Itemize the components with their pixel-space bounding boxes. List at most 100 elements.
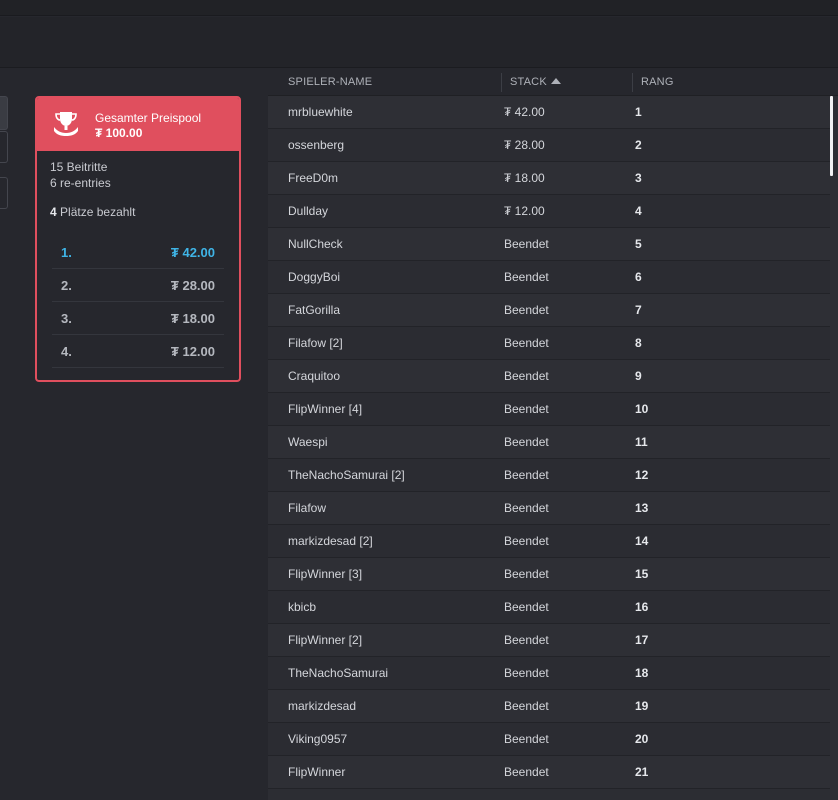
payout-amount: ₮ 12.00	[170, 343, 215, 359]
player-name: mrbluewhite	[288, 105, 353, 119]
table-row[interactable]: Dullday ₮ 12.00 4	[268, 195, 830, 228]
table-row[interactable]: Craquitoo Beendet 9	[268, 360, 830, 393]
column-divider[interactable]	[501, 73, 502, 92]
payout-place: 4.	[61, 343, 72, 359]
column-divider[interactable]	[632, 73, 633, 92]
player-stack: ₮ 42.00	[504, 105, 545, 119]
table-row[interactable]: kbicb Beendet 16	[268, 591, 830, 624]
payout-amount: ₮ 42.00	[170, 244, 215, 260]
player-rank: 12	[635, 468, 649, 482]
player-name: TheNachoSamurai	[288, 666, 389, 680]
prize-pool-card: Gesamter Preispool ₮ 100.00 15 Beitritte…	[35, 96, 241, 382]
table-row[interactable]: mrbluewhite ₮ 42.00 1	[268, 96, 830, 129]
payout-amount: ₮ 28.00	[170, 277, 215, 293]
player-stack: Beendet	[504, 567, 549, 581]
payout-list: 1. ₮ 42.00 2. ₮ 28.00 3. ₮ 18.00 4. ₮ 12…	[50, 236, 226, 368]
player-rank: 15	[635, 567, 649, 581]
entries-count: 15 Beitritte	[50, 160, 108, 174]
player-name: Filafow	[288, 501, 327, 515]
player-rank: 7	[635, 303, 642, 317]
player-stack: Beendet	[504, 336, 549, 350]
table-body: mrbluewhite ₮ 42.00 1 ossenberg ₮ 28.00 2 Free…	[268, 96, 830, 789]
player-name: markizdesad [2]	[288, 534, 373, 548]
paid-places-count: 4	[50, 205, 57, 219]
payout-row: 3. ₮ 18.00	[52, 302, 224, 335]
table-row[interactable]: FatGorilla Beendet 7	[268, 294, 830, 327]
table-row[interactable]: FlipWinner Beendet 21	[268, 756, 830, 789]
table-row[interactable]: DoggyBoi Beendet 6	[268, 261, 830, 294]
scrollbar-thumb[interactable]	[830, 96, 833, 176]
table-row[interactable]: FlipWinner [3] Beendet 15	[268, 558, 830, 591]
table-header: SPIELER-NAME STACK RANG	[268, 69, 838, 96]
column-header-stack[interactable]: STACK	[510, 69, 561, 96]
player-rank: 18	[635, 666, 649, 680]
table-row[interactable]: Viking0957 Beendet 20	[268, 723, 830, 756]
left-input-stub[interactable]	[0, 131, 8, 163]
table-row[interactable]: markizdesad [2] Beendet 14	[268, 525, 830, 558]
player-stack: Beendet	[504, 534, 549, 548]
payout-row: 1. ₮ 42.00	[52, 236, 224, 269]
table-row[interactable]: Filafow [2] Beendet 8	[268, 327, 830, 360]
player-rank: 3	[635, 171, 642, 185]
player-name: FlipWinner [4]	[288, 402, 363, 416]
player-stack: Beendet	[504, 402, 549, 416]
player-rank: 1	[635, 105, 642, 119]
player-rank: 13	[635, 501, 649, 515]
payout-place: 1.	[61, 244, 72, 260]
table-row[interactable]: FlipWinner [4] Beendet 10	[268, 393, 830, 426]
top-bar	[0, 0, 838, 16]
player-stack: Beendet	[504, 237, 549, 251]
player-name: kbicb	[288, 600, 317, 614]
player-name: DoggyBoi	[288, 270, 341, 284]
tab-bar	[0, 17, 838, 68]
table-row[interactable]: FlipWinner [2] Beendet 17	[268, 624, 830, 657]
player-rank: 9	[635, 369, 642, 383]
column-header-rank[interactable]: RANG	[641, 69, 674, 96]
player-rank: 11	[635, 435, 648, 449]
player-rank: 16	[635, 600, 649, 614]
player-name: Craquitoo	[288, 369, 341, 383]
paid-places-label: Plätze bezahlt	[60, 205, 136, 219]
player-name: FreeD0m	[288, 171, 339, 185]
table-row[interactable]: markizdesad Beendet 19	[268, 690, 830, 723]
player-rank: 20	[635, 732, 649, 746]
left-button-stub[interactable]	[0, 177, 8, 209]
player-rank: 10	[635, 402, 649, 416]
player-rank: 4	[635, 204, 642, 218]
reentries-count: 6 re-entries	[50, 176, 111, 190]
player-rank: 6	[635, 270, 642, 284]
player-stack: Beendet	[504, 633, 549, 647]
column-header-name[interactable]: SPIELER-NAME	[288, 69, 372, 96]
payout-row: 4. ₮ 12.00	[52, 335, 224, 368]
payout-place: 2.	[61, 277, 72, 293]
payout-row: 2. ₮ 28.00	[52, 269, 224, 302]
payout-amount: ₮ 18.00	[170, 310, 215, 326]
table-row[interactable]: TheNachoSamurai [2] Beendet 12	[268, 459, 830, 492]
table-row[interactable]: Filafow Beendet 13	[268, 492, 830, 525]
player-stack: Beendet	[504, 303, 549, 317]
table-row[interactable]: ossenberg ₮ 28.00 2	[268, 129, 830, 162]
player-stack: Beendet	[504, 369, 549, 383]
table-row[interactable]: NullCheck Beendet 5	[268, 228, 830, 261]
prize-pool-title: Gesamter Preispool	[95, 111, 202, 125]
player-stack: Beendet	[504, 666, 549, 680]
player-stack: ₮ 28.00	[504, 138, 545, 152]
left-tab-stub[interactable]	[0, 96, 8, 130]
player-stack: Beendet	[504, 435, 549, 449]
table-row[interactable]: FreeD0m ₮ 18.00 3	[268, 162, 830, 195]
player-stack: ₮ 18.00	[504, 171, 545, 185]
player-rank: 17	[635, 633, 649, 647]
player-table: SPIELER-NAME STACK RANG mrbluewhite ₮ 42.…	[268, 69, 838, 800]
table-row[interactable]: TheNachoSamurai Beendet 18	[268, 657, 830, 690]
player-name: FlipWinner	[288, 765, 346, 779]
player-stack: Beendet	[504, 732, 549, 746]
column-header-stack-label: STACK	[510, 76, 547, 88]
player-stack: Beendet	[504, 468, 549, 482]
player-name: TheNachoSamurai [2]	[288, 468, 405, 482]
player-rank: 19	[635, 699, 649, 713]
prize-pool-amount: ₮ 100.00	[95, 126, 143, 140]
trophy-icon	[54, 112, 78, 136]
table-row[interactable]: Waespi Beendet 11	[268, 426, 830, 459]
payout-place: 3.	[61, 310, 72, 326]
player-stack: ₮ 12.00	[504, 204, 545, 218]
